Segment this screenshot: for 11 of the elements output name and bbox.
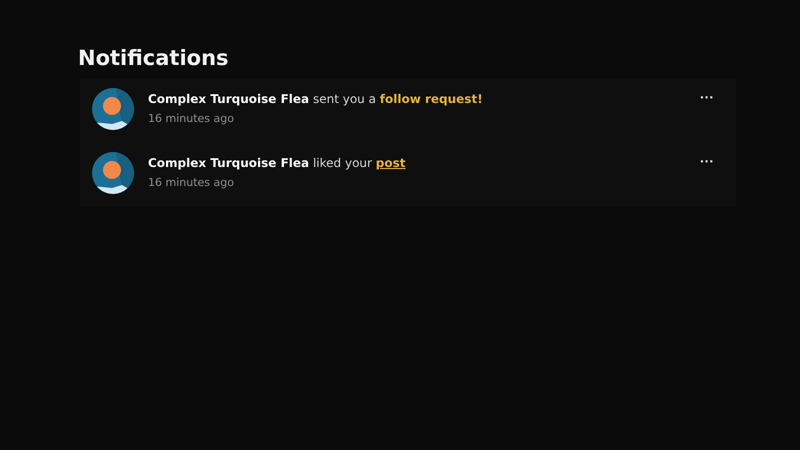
page-title: Notifications bbox=[78, 45, 230, 72]
notification-link[interactable]: post bbox=[376, 156, 406, 170]
more-options-button[interactable]: ··· bbox=[698, 90, 716, 104]
notification-link[interactable]: follow request! bbox=[380, 92, 483, 106]
avatar bbox=[92, 152, 134, 194]
avatar bbox=[92, 88, 134, 130]
timestamp: 16 minutes ago bbox=[148, 176, 235, 189]
timestamp: 16 minutes ago bbox=[148, 112, 235, 125]
more-options-button[interactable]: ··· bbox=[698, 154, 716, 168]
notification-text: Complex Turquoise Flea liked your post bbox=[148, 155, 407, 172]
notification-text: Complex Turquoise Flea sent you a follow request! bbox=[148, 91, 484, 108]
